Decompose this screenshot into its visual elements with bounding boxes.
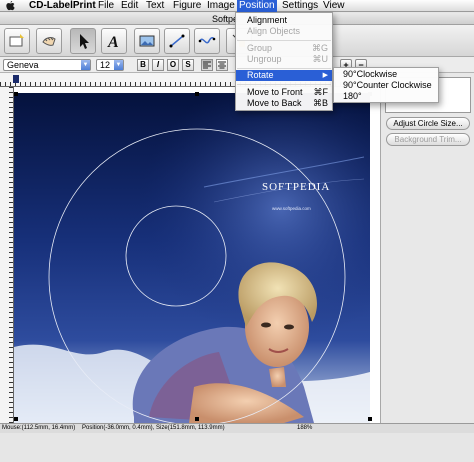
menu-position[interactable]: Position bbox=[237, 0, 277, 12]
text-tool-button[interactable]: A bbox=[101, 28, 127, 54]
menu-shortcut: ⌘F bbox=[313, 87, 329, 97]
cd-label-artwork: SOFTPEDIA www.softpedia.com bbox=[14, 92, 372, 423]
menu-shortcut: ⌘G bbox=[311, 43, 328, 53]
align-left-icon bbox=[203, 61, 211, 69]
chevron-down-icon: ▼ bbox=[81, 60, 90, 70]
menu-item-move-to-back[interactable]: Move to Back ⌘B bbox=[236, 98, 332, 109]
bold-button[interactable]: B bbox=[137, 59, 149, 71]
new-label-button[interactable] bbox=[4, 28, 30, 54]
shadow-button[interactable]: S bbox=[182, 59, 194, 71]
menu-item-move-to-front[interactable]: Move to Front ⌘F bbox=[236, 87, 332, 98]
menu-settings[interactable]: Settings bbox=[280, 0, 320, 12]
align-center-icon bbox=[218, 61, 226, 69]
vertical-ruler bbox=[0, 87, 14, 423]
adjust-circle-size-button[interactable]: Adjust Circle Size... bbox=[386, 117, 470, 130]
outline-button[interactable]: O bbox=[167, 59, 179, 71]
submenu-arrow-icon: ▶ bbox=[322, 72, 328, 79]
menu-item-label: Move to Front bbox=[247, 87, 303, 97]
window-bottom bbox=[0, 433, 474, 462]
menu-item-rotate-180[interactable]: 180° bbox=[334, 91, 438, 102]
menu-item-rotate-90-counter-clockwise[interactable]: 90°Counter Clockwise bbox=[334, 80, 438, 91]
pointer-tool-icon bbox=[80, 34, 89, 49]
menu-shortcut: ⌘B bbox=[312, 98, 328, 108]
menu-image[interactable]: Image bbox=[205, 0, 237, 12]
curve-tool-icon bbox=[198, 36, 216, 44]
label-canvas[interactable]: SOFTPEDIA www.softpedia.com bbox=[14, 87, 380, 423]
svg-text:A: A bbox=[107, 34, 119, 51]
hand-tool-icon bbox=[42, 37, 56, 46]
menu-app-name[interactable]: CD-LabelPrint bbox=[27, 0, 98, 12]
menu-item-label: Align Objects bbox=[247, 26, 301, 36]
menu-bar: CD-LabelPrint File Edit Text Figure Imag… bbox=[0, 0, 474, 12]
align-center-button[interactable] bbox=[216, 59, 228, 71]
softpedia-logo: SOFTPEDIA bbox=[262, 181, 330, 193]
font-size-value: 12 bbox=[100, 60, 111, 70]
zoom-level-readout: 188% bbox=[297, 425, 313, 431]
line-tool-icon bbox=[169, 34, 185, 48]
mouse-position-readout: Mouse:(112.5mm, 16.4mm) bbox=[2, 425, 76, 431]
menu-item-label: Group bbox=[247, 43, 273, 53]
new-label-icon bbox=[9, 34, 24, 47]
softpedia-url: www.softpedia.com bbox=[272, 206, 311, 211]
object-position-readout: Position(-36.0mm, 0.4mm), Size(151.8mm, … bbox=[82, 425, 225, 431]
menu-item-label: Ungroup bbox=[247, 54, 282, 64]
menu-text[interactable]: Text bbox=[144, 0, 166, 12]
menu-separator bbox=[237, 84, 331, 85]
chevron-down-icon: ▼ bbox=[114, 60, 123, 70]
menu-shortcut: ⌘U bbox=[312, 54, 329, 64]
line-tool-button[interactable] bbox=[164, 28, 190, 54]
menu-view[interactable]: View bbox=[321, 0, 347, 12]
menu-edit[interactable]: Edit bbox=[119, 0, 140, 12]
align-left-button[interactable] bbox=[201, 59, 213, 71]
italic-button[interactable]: I bbox=[152, 59, 164, 71]
hand-tool-button[interactable] bbox=[36, 28, 62, 54]
apple-menu-icon[interactable] bbox=[6, 1, 15, 11]
image-tool-icon bbox=[139, 35, 155, 47]
font-family-select[interactable]: Geneva ▼ bbox=[3, 59, 91, 71]
menu-item-group[interactable]: Group ⌘G bbox=[236, 43, 332, 54]
menu-separator bbox=[237, 40, 331, 41]
menu-item-rotate[interactable]: Rotate ▶ bbox=[236, 70, 332, 81]
menu-item-alignment[interactable]: Alignment bbox=[236, 15, 332, 26]
menu-figure[interactable]: Figure bbox=[171, 0, 203, 12]
menu-item-label: Move to Back bbox=[247, 98, 302, 108]
menu-item-label: Alignment bbox=[247, 15, 288, 25]
image-tool-button[interactable] bbox=[134, 28, 160, 54]
menu-item-align-objects[interactable]: Align Objects bbox=[236, 26, 332, 37]
rotate-submenu: 90°Clockwise 90°Counter Clockwise 180° bbox=[333, 67, 439, 103]
ruler-marker bbox=[13, 75, 19, 83]
position-menu: Alignment Align Objects Group ⌘G Ungroup… bbox=[235, 12, 333, 111]
right-panel: Adjust Circle Size... Background Trim... bbox=[380, 73, 474, 423]
font-family-value: Geneva bbox=[7, 60, 39, 70]
menu-separator bbox=[237, 68, 331, 69]
font-size-select[interactable]: 12 ▼ bbox=[96, 59, 124, 71]
menu-item-label: Rotate bbox=[247, 70, 274, 80]
curve-tool-button[interactable] bbox=[194, 28, 220, 54]
menu-item-ungroup[interactable]: Ungroup ⌘U bbox=[236, 54, 332, 65]
text-tool-icon: A bbox=[107, 34, 119, 51]
background-trim-button[interactable]: Background Trim... bbox=[386, 133, 470, 146]
menu-item-rotate-90-clockwise[interactable]: 90°Clockwise bbox=[334, 69, 438, 80]
pointer-tool-button[interactable] bbox=[70, 28, 96, 54]
menu-file[interactable]: File bbox=[96, 0, 116, 12]
status-bar: Mouse:(112.5mm, 16.4mm) Position(-36.0mm… bbox=[0, 423, 474, 433]
